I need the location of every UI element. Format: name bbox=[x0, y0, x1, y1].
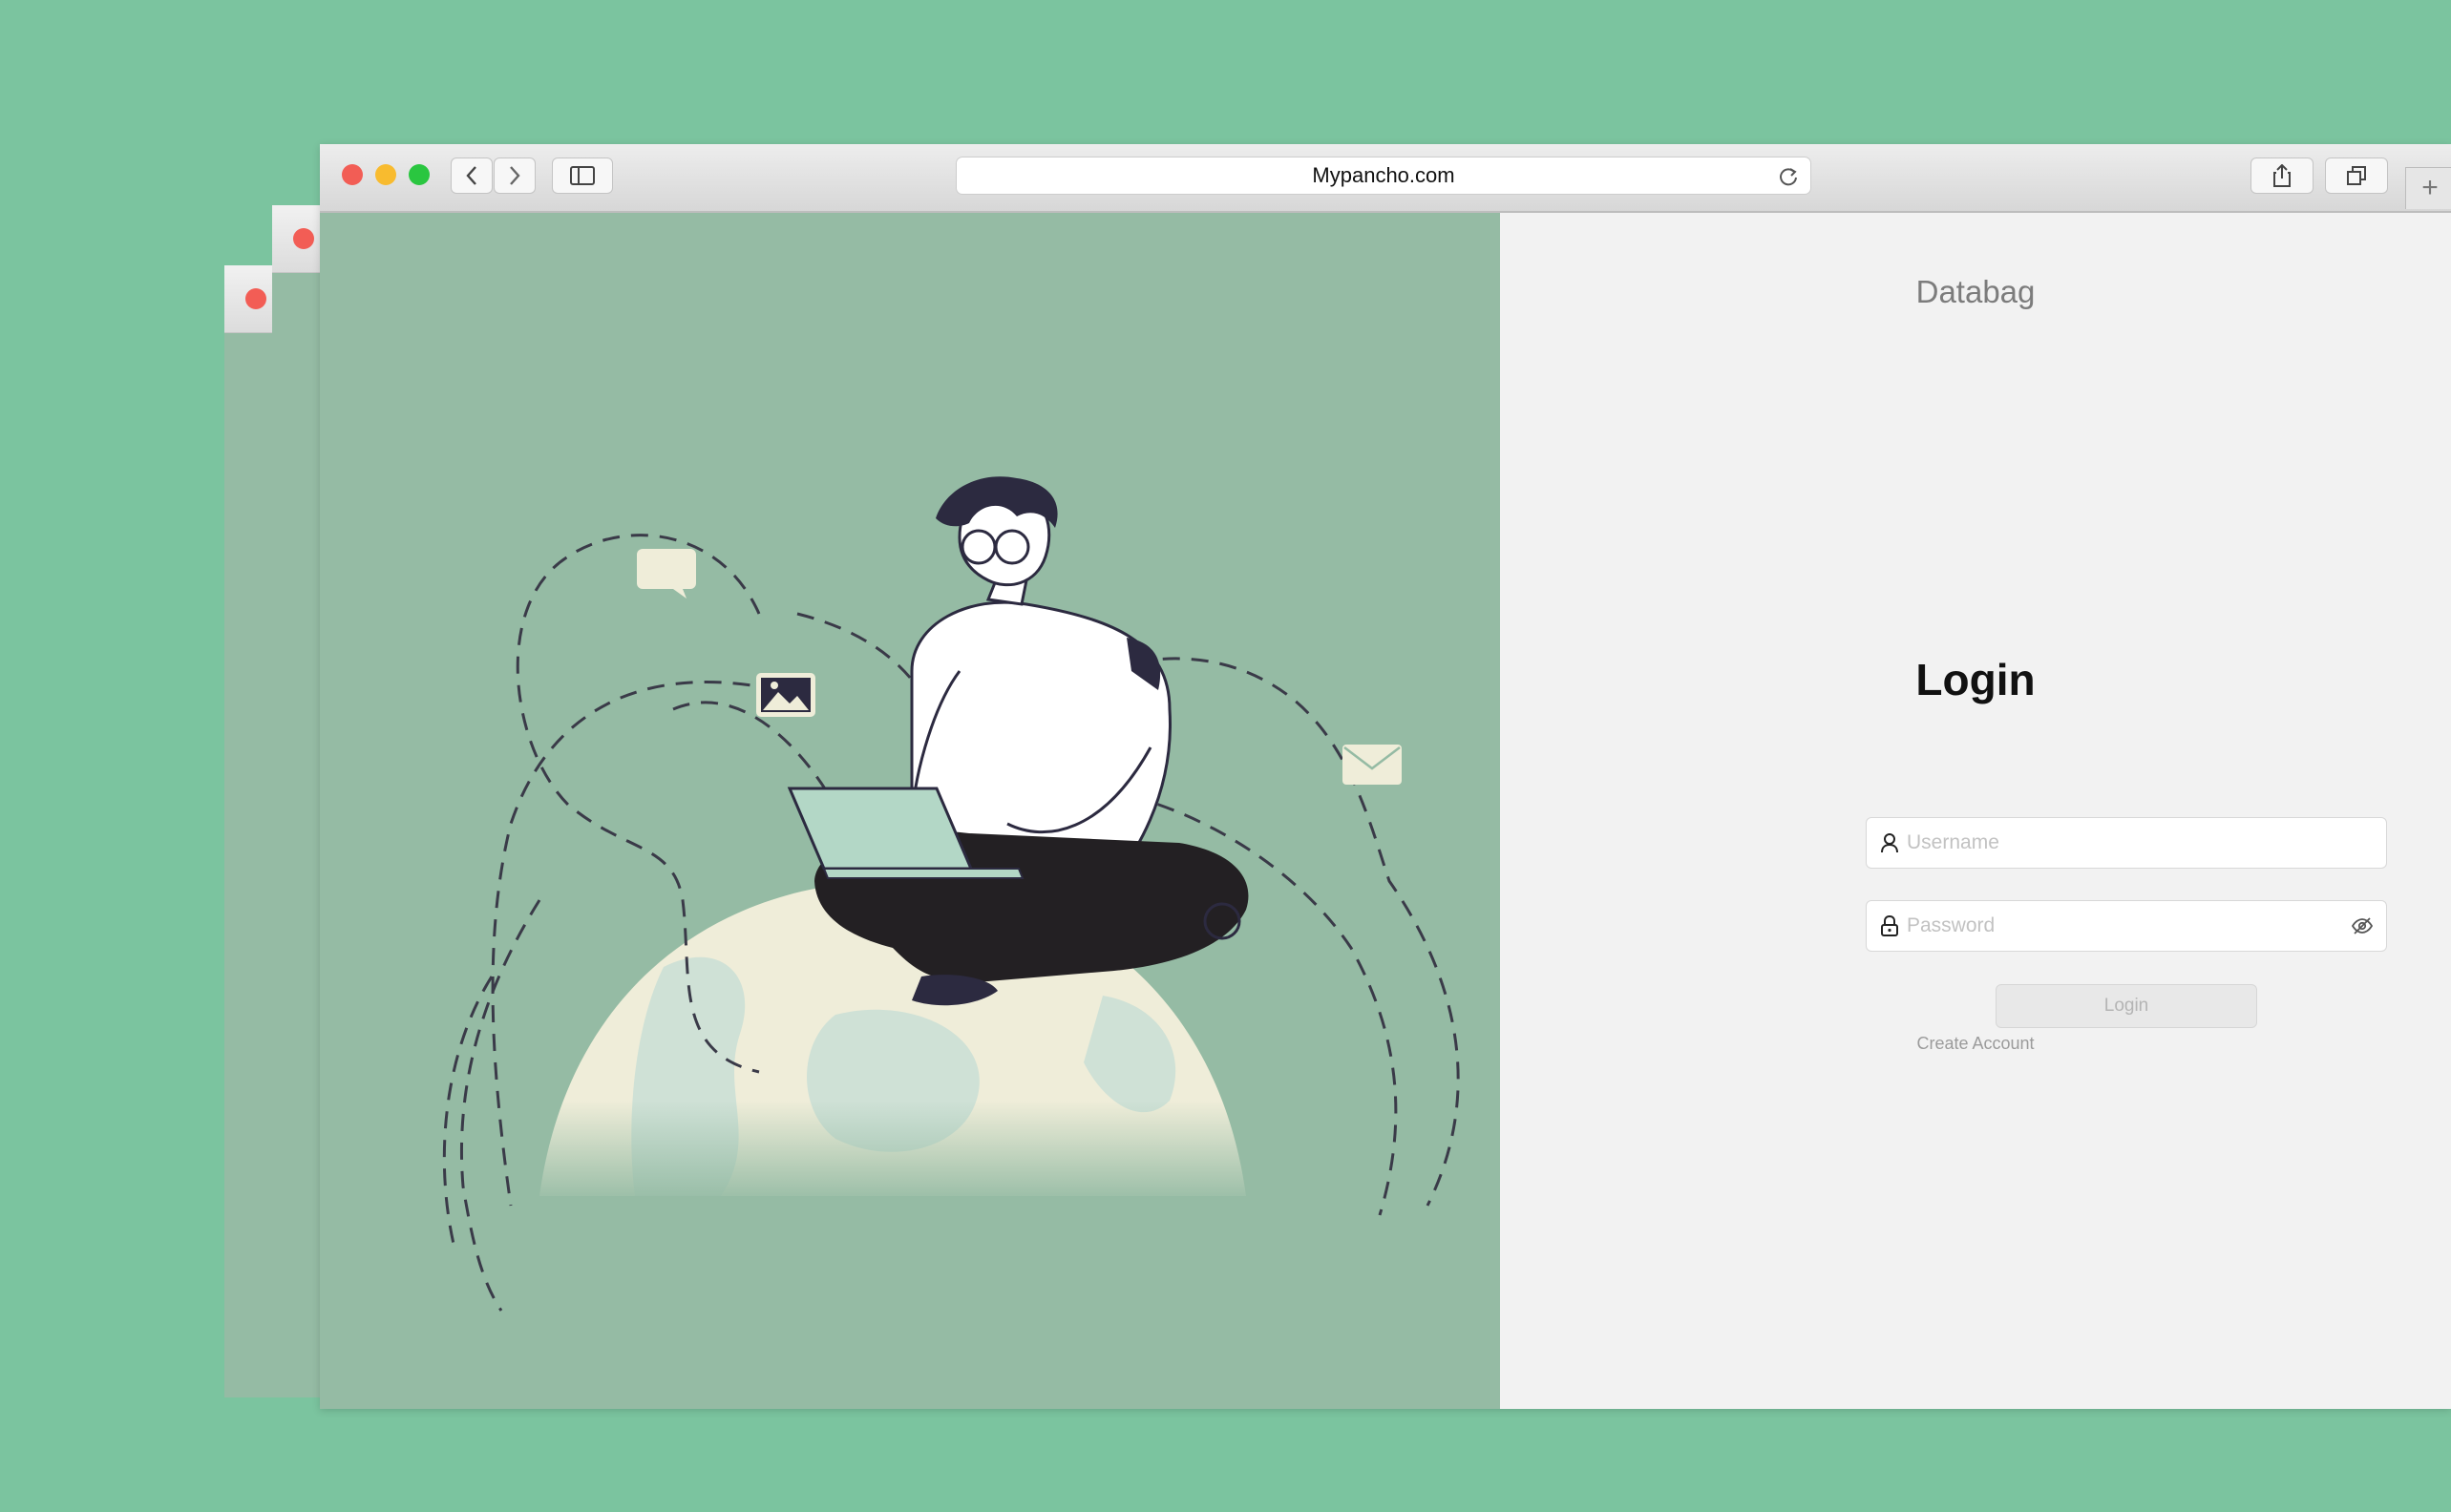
password-field[interactable] bbox=[1866, 900, 2387, 952]
close-button[interactable] bbox=[342, 164, 363, 185]
image-icon bbox=[756, 673, 815, 717]
sidebar-button[interactable] bbox=[552, 158, 613, 194]
username-input[interactable] bbox=[1907, 818, 2327, 868]
illustration-panel bbox=[320, 213, 1500, 1409]
page-content: Databag Login Login Create Account bbox=[320, 213, 2451, 1409]
minimize-button[interactable] bbox=[375, 164, 396, 185]
user-icon bbox=[1881, 833, 1898, 853]
eye-invisible-icon[interactable] bbox=[2352, 916, 2373, 935]
password-input[interactable] bbox=[1907, 901, 2327, 951]
new-tab-button[interactable]: + bbox=[2405, 167, 2451, 209]
share-icon bbox=[2273, 164, 2291, 187]
login-panel: Databag Login Login Create Account bbox=[1500, 213, 2451, 1409]
create-account-link[interactable]: Create Account bbox=[1500, 1034, 2451, 1054]
sidebar-icon bbox=[570, 166, 595, 185]
forward-icon bbox=[510, 166, 520, 185]
tabs-button[interactable] bbox=[2325, 158, 2388, 194]
login-heading: Login bbox=[1915, 655, 2036, 704]
browser-window: Mypancho.com + Databag Login Username Lo… bbox=[320, 144, 2451, 1409]
address-bar[interactable]: Mypancho.com bbox=[956, 157, 1811, 195]
mail-icon bbox=[1342, 745, 1402, 785]
reload-icon[interactable] bbox=[1778, 166, 1799, 187]
app-title: Databag bbox=[1915, 274, 2036, 309]
chat-bubble-icon bbox=[637, 549, 696, 598]
close-dot-icon bbox=[293, 228, 314, 249]
person-icon bbox=[787, 476, 1249, 1006]
lock-icon bbox=[1881, 915, 1898, 936]
username-field[interactable] bbox=[1866, 817, 2387, 869]
share-button[interactable] bbox=[2250, 158, 2314, 194]
back-icon bbox=[466, 166, 476, 185]
login-button[interactable]: Login bbox=[1996, 984, 2257, 1028]
maximize-button[interactable] bbox=[409, 164, 430, 185]
tabs-icon bbox=[2347, 166, 2366, 185]
illustration bbox=[442, 476, 1460, 1312]
browser-toolbar: Mypancho.com + bbox=[320, 144, 2451, 213]
close-dot-icon bbox=[245, 288, 266, 309]
back-button[interactable] bbox=[451, 158, 493, 194]
url-text: Mypancho.com bbox=[1312, 163, 1455, 187]
forward-button[interactable] bbox=[494, 158, 536, 194]
